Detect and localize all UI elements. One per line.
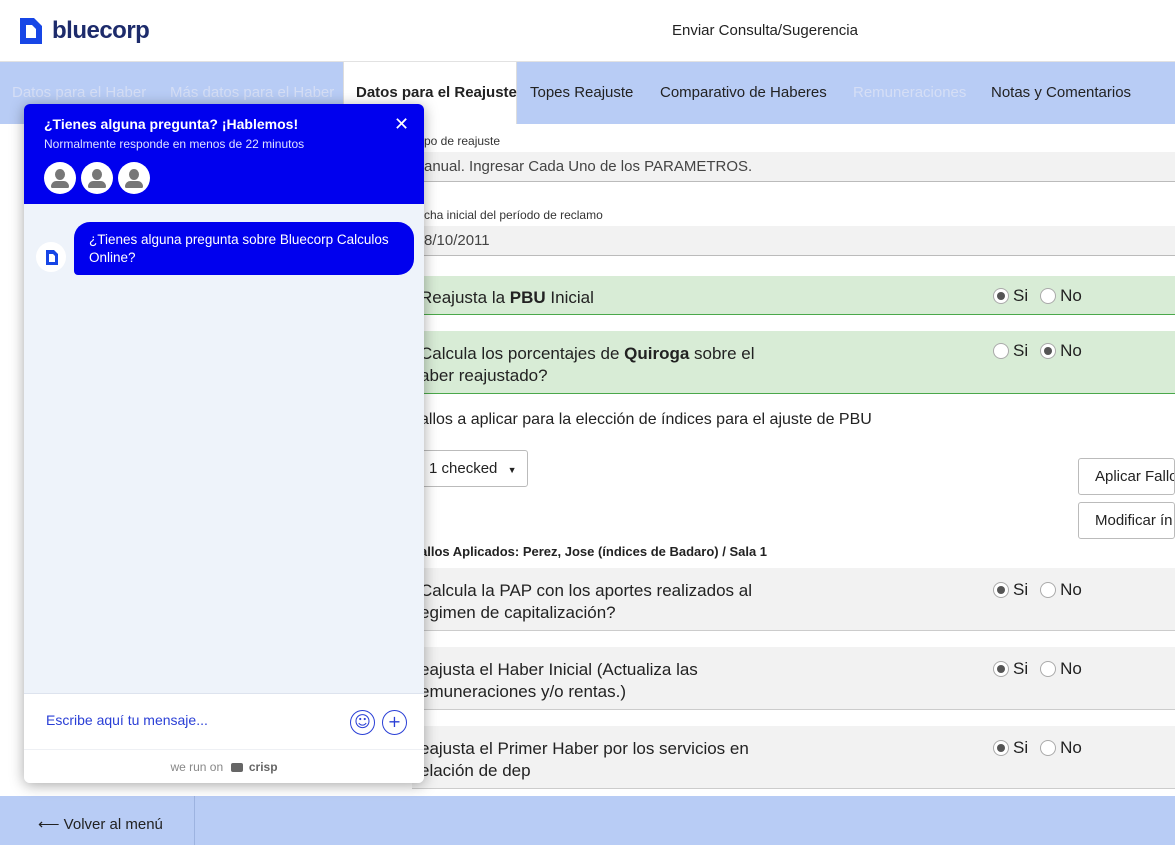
tab-comparativo-haberes[interactable]: Comparativo de Haberes xyxy=(660,62,827,124)
fallos-instruction: allos a aplicar para la elección de índi… xyxy=(420,411,872,428)
haber-inicial-question: eajusta el Haber Inicial (Actualiza las e… xyxy=(420,660,698,701)
powered-prefix: we run on xyxy=(170,760,227,774)
close-icon[interactable]: ✕ xyxy=(394,114,409,135)
top-header: bluecorp Enviar Consulta/Sugerencia xyxy=(0,0,1175,62)
fecha-inicial-input[interactable]: 8/10/2011 xyxy=(412,226,1175,256)
pbu-radio-group: Si No xyxy=(993,286,1090,306)
agent-avatars xyxy=(44,162,150,194)
primer-haber-no-radio[interactable] xyxy=(1040,740,1057,756)
aplicar-fallo-button[interactable]: Aplicar Fallo xyxy=(1078,458,1175,495)
tipo-reajuste-select[interactable]: anual. Ingresar Cada Uno de los PARAMETR… xyxy=(412,152,1175,182)
logo-text: bluecorp xyxy=(52,17,150,44)
pbu-si-radio[interactable] xyxy=(993,288,1009,304)
fallos-aplicados-text: allos Aplicados: Perez, Jose (índices de… xyxy=(420,544,768,559)
pap-no-label: No xyxy=(1060,580,1082,599)
chat-header: ¿Tienes alguna pregunta? ¡Hablemos! Norm… xyxy=(24,104,424,204)
avatar xyxy=(118,162,150,194)
caret-down-icon: ▼ xyxy=(507,465,517,475)
haber-inicial-no-radio[interactable] xyxy=(1040,661,1057,677)
primer-haber-row: eajusta el Primer Haber por los servicio… xyxy=(412,726,1175,789)
chat-compose: Escribe aquí tu mensaje... ☺ + xyxy=(24,693,424,749)
quiroga-no-radio[interactable] xyxy=(1040,343,1057,359)
pap-row: Calcula la PAP con los aportes realizado… xyxy=(412,568,1175,631)
plus-icon[interactable]: + xyxy=(382,710,407,735)
fecha-inicial-label: cha inicial del período de reclamo xyxy=(424,208,603,222)
back-to-menu-button[interactable]: ⟵ Volver al menú xyxy=(0,796,195,845)
chat-widget: ¿Tienes alguna pregunta? ¡Hablemos! Norm… xyxy=(24,104,424,783)
tab-topes-reajuste[interactable]: Topes Reajuste xyxy=(530,62,633,124)
quiroga-si-radio[interactable] xyxy=(993,343,1009,359)
pbu-row: Reajusta la PBU Inicial Si No xyxy=(412,276,1175,315)
primer-haber-radio-group: Si No xyxy=(993,738,1090,758)
avatar xyxy=(44,162,76,194)
powered-by[interactable]: we run on crisp xyxy=(24,749,424,783)
tipo-reajuste-label: po de reajuste xyxy=(424,134,501,148)
powered-brand: crisp xyxy=(248,760,278,774)
chat-message-input[interactable]: Escribe aquí tu mensaje... xyxy=(46,712,208,728)
crisp-logo-icon xyxy=(230,763,243,773)
emoji-icon[interactable]: ☺ xyxy=(350,710,375,735)
logo-icon xyxy=(46,250,58,265)
pap-question: Calcula la PAP con los aportes realizado… xyxy=(420,581,752,622)
bluecorp-logo[interactable]: bluecorp xyxy=(18,16,150,46)
primer-haber-si-label: Si xyxy=(1013,738,1029,757)
primer-haber-si-radio[interactable] xyxy=(993,740,1009,756)
logo-icon xyxy=(20,18,42,44)
haber-inicial-no-label: No xyxy=(1060,659,1082,678)
dropdown-value: 1 checked xyxy=(429,460,498,477)
quiroga-row: Calcula los porcentajes de Quiroga sobre… xyxy=(412,331,1175,394)
tab-notas-comentarios[interactable]: Notas y Comentarios xyxy=(991,62,1131,124)
haber-inicial-si-radio[interactable] xyxy=(993,661,1009,677)
pap-no-radio[interactable] xyxy=(1040,582,1057,598)
chat-title: ¿Tienes alguna pregunta? ¡Hablemos! xyxy=(44,116,299,132)
pbu-question: Reajusta la PBU Inicial xyxy=(420,288,594,307)
pap-radio-group: Si No xyxy=(993,580,1090,600)
send-feedback-link[interactable]: Enviar Consulta/Sugerencia xyxy=(672,22,858,39)
pap-si-radio[interactable] xyxy=(993,582,1009,598)
quiroga-question: Calcula los porcentajes de Quiroga sobre… xyxy=(420,344,755,385)
avatar xyxy=(81,162,113,194)
quiroga-no-label: No xyxy=(1060,341,1082,360)
pbu-no-label: No xyxy=(1060,286,1082,305)
haber-inicial-si-label: Si xyxy=(1013,659,1029,678)
haber-inicial-row: eajusta el Haber Inicial (Actualiza las e… xyxy=(412,647,1175,710)
chat-message-bubble: ¿Tienes alguna pregunta sobre Bluecorp C… xyxy=(74,222,414,275)
footer-bar: ⟵ Volver al menú xyxy=(0,796,1175,845)
primer-haber-question: eajusta el Primer Haber por los servicio… xyxy=(420,739,749,780)
tab-remuneraciones[interactable]: Remuneraciones xyxy=(853,62,966,124)
pbu-si-label: Si xyxy=(1013,286,1029,305)
haber-inicial-radio-group: Si No xyxy=(993,659,1090,679)
quiroga-si-label: Si xyxy=(1013,341,1029,360)
bot-avatar xyxy=(36,242,66,272)
primer-haber-no-label: No xyxy=(1060,738,1082,757)
pbu-no-radio[interactable] xyxy=(1040,288,1057,304)
fallos-dropdown[interactable]: 1 checked ▼ xyxy=(412,450,528,487)
modificar-indices-button[interactable]: Modificar ín xyxy=(1078,502,1175,539)
quiroga-radio-group: Si No xyxy=(993,341,1090,361)
pap-si-label: Si xyxy=(1013,580,1029,599)
chat-subtitle: Normalmente responde en menos de 22 minu… xyxy=(44,137,305,151)
